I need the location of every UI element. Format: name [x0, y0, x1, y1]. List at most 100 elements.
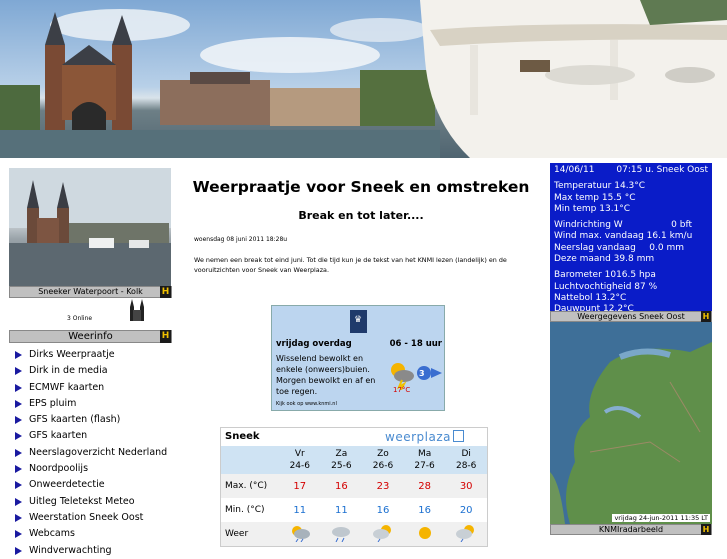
radar-map-illustration — [550, 322, 712, 524]
header-banner-photo — [0, 0, 727, 158]
station-line: Deze maand 39.8 mm — [554, 254, 655, 265]
station-line: Min temp 13.1°C — [554, 203, 631, 214]
waterpoort-icon — [130, 299, 144, 321]
h-badge-icon: H — [701, 524, 711, 535]
menu-item[interactable]: Noordpoolijs — [9, 461, 172, 477]
max-value: 30 — [445, 474, 487, 498]
weerinfo-menu: Dirks Weerpraatje Dirk in de media ECMWF… — [9, 347, 172, 559]
station-line: Neerslag vandaag 0.0 mm — [554, 242, 684, 253]
menu-item[interactable]: EPS pluim — [9, 396, 172, 412]
min-label: Min. (°C) — [225, 505, 265, 515]
radar-map[interactable]: vrijdag 24-jun-2011 11:35 LT — [550, 322, 712, 524]
post-subtitle: Break en tot later.... — [298, 209, 424, 222]
min-value: 20 — [459, 504, 473, 516]
day-header: Zo 26-6 — [362, 446, 404, 474]
knmi-source-link[interactable]: Kijk ook op www.knmi.nl — [276, 401, 337, 407]
menu-item[interactable]: Dirks Weerpraatje — [9, 347, 172, 363]
forecast-table: Vr 24-6 Za 25-6 Zo 26-6 Ma 27-6 Di 28-6 Max. … — [221, 446, 487, 546]
max-value: 28 — [403, 474, 446, 498]
station-date: 14/06/11 — [554, 165, 595, 175]
menu-item[interactable]: Windverwachting — [9, 543, 172, 559]
page-title: Weerpraatje voor Sneek en omstreken — [192, 178, 530, 196]
radar-caption: KNMIradarbeeld — [598, 525, 664, 534]
left-sidebar: Sneeker Waterpoort - Kolk H 3 Online Wee… — [9, 168, 172, 559]
menu-item[interactable]: Uitleg Teletekst Meteo — [9, 494, 172, 510]
h-badge-icon: H — [160, 330, 171, 343]
min-value: 11 — [293, 504, 307, 516]
sun-icon — [403, 522, 446, 546]
knmi-day: vrijdag overdag — [276, 339, 352, 349]
menu-header: Weerinfo H — [9, 330, 172, 343]
station-line: Wind max. vandaag 16.1 km/u — [554, 231, 693, 242]
station-line: Temperatuur 14.3°C — [554, 181, 646, 192]
max-row: Max. (°C) 17 16 23 28 30 — [221, 474, 487, 498]
post-body: We nemen een break tot eind juni. Tot di… — [194, 256, 507, 274]
weer-row: Weer — [221, 522, 487, 546]
webcam-illustration — [9, 168, 171, 286]
cloud-rain-icon — [320, 522, 363, 546]
min-value: 16 — [376, 504, 390, 516]
knmi-forecast-text: Wisselend bewolkt en enkele (onweers)bui… — [276, 354, 376, 396]
weerplaza-city: Sneek — [225, 431, 260, 442]
station-caption-bar: Weergegevens Sneek Oost H — [550, 311, 712, 322]
weerplaza-logo-text: weerplaza — [385, 430, 451, 444]
right-sidebar: 14/06/11 07:15 u. Sneek Oost Temperatuur… — [550, 163, 712, 535]
min-value: 11 — [335, 504, 348, 516]
weerplaza-widget[interactable]: Sneek weerplaza Vr 24-6 Za 25-6 Zo 26-6 Ma 2… — [220, 427, 488, 547]
table-corner — [221, 446, 279, 474]
menu-item[interactable]: GFS kaarten — [9, 428, 172, 444]
menu-item[interactable]: Webcams — [9, 526, 172, 542]
day-header: Za 25-6 — [320, 446, 363, 474]
station-time: 07:15 u. Sneek Oost — [616, 165, 708, 175]
online-count: 3 Online — [67, 315, 93, 322]
thunder-rain-icon — [279, 522, 321, 546]
sun-cloud-rain-icon — [362, 522, 404, 546]
station-header: 14/06/11 07:15 u. Sneek Oost — [554, 165, 708, 176]
station-line: Nattebol 13.2°C — [554, 292, 627, 303]
webcam-caption-label: Sneeker Waterpoort - Kolk — [38, 287, 143, 296]
station-line: Barometer 1016.5 hpa — [554, 270, 656, 281]
min-value: 16 — [418, 504, 431, 516]
menu-item[interactable]: ECMWF kaarten — [9, 380, 172, 396]
webcam-image[interactable] — [9, 168, 171, 286]
menu-item[interactable]: Onweerdetectie — [9, 477, 172, 493]
banner-illustration — [0, 0, 727, 158]
max-value: 17 — [279, 474, 321, 498]
h-badge-icon: H — [160, 286, 171, 298]
day-header: Ma 27-6 — [403, 446, 446, 474]
header-divider — [0, 158, 727, 162]
max-label: Max. (°C) — [221, 474, 279, 498]
menu-item[interactable]: Neerslagoverzicht Nederland — [9, 445, 172, 461]
webcam-caption: Sneeker Waterpoort - Kolk H — [9, 286, 172, 298]
day-header: Vr 24-6 — [279, 446, 321, 474]
menu-item[interactable]: Weerstation Sneek Oost — [9, 510, 172, 526]
radar-caption-bar: KNMIradarbeeld H — [550, 524, 712, 535]
min-row: Min. (°C) 11 11 16 16 20 — [221, 498, 487, 522]
max-value: 16 — [320, 474, 363, 498]
knmi-forecast-widget[interactable]: vrijdag overdag 06 - 18 uur Wisselend be… — [271, 305, 445, 411]
station-line: Luchtvochtigheid 87 % — [554, 281, 658, 292]
weer-label: Weer — [221, 522, 279, 546]
weather-station-panel[interactable]: 14/06/11 07:15 u. Sneek Oost Temperatuur… — [550, 163, 712, 314]
menu-item[interactable]: GFS kaarten (flash) — [9, 412, 172, 428]
knmi-header: vrijdag overdag 06 - 18 uur — [276, 339, 442, 349]
knmi-crest-icon — [350, 310, 367, 333]
post-date: woensdag 08 juni 2011 18:28u — [194, 236, 288, 243]
sun-cloud-rain-icon — [445, 522, 487, 546]
menu-title: Weerinfo — [68, 331, 113, 342]
weerplaza-logo: weerplaza — [385, 430, 464, 444]
radar-timestamp: vrijdag 24-jun-2011 11:35 LT — [612, 514, 710, 522]
day-header: Di 28-6 — [445, 446, 487, 474]
weerplaza-logo-icon — [452, 430, 464, 442]
knmi-wind-force: 3 — [419, 369, 425, 378]
knmi-hours: 06 - 18 uur — [389, 339, 442, 349]
weerplaza-header: Sneek weerplaza — [221, 428, 487, 446]
main-content: Weerpraatje voor Sneek en omstreken Brea… — [180, 168, 542, 547]
knmi-temp: 17°C — [393, 386, 411, 394]
h-badge-icon: H — [701, 311, 711, 322]
menu-item[interactable]: Dirk in de media — [9, 363, 172, 379]
station-line: Max temp 15.5 °C — [554, 192, 636, 203]
station-line: Windrichting W0 bft — [554, 220, 692, 231]
station-caption: Weergegevens Sneek Oost — [577, 312, 685, 321]
max-value: 23 — [362, 474, 404, 498]
